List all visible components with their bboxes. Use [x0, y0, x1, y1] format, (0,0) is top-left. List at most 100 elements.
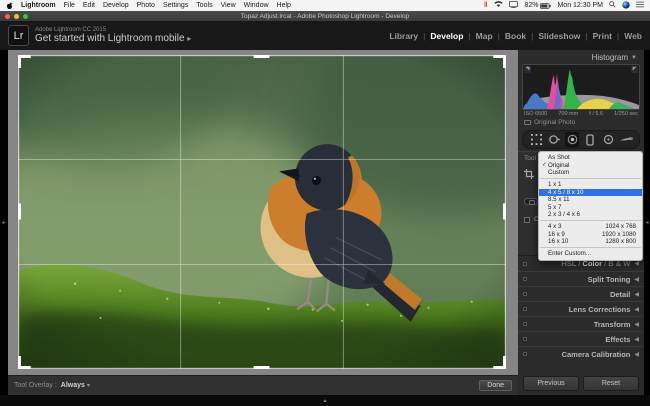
menubar-clock[interactable]: Mon 12:30 PM [557, 2, 603, 9]
aspect-option-8-5-x-11[interactable]: 8.5 x 11 [539, 196, 642, 203]
histogram-header[interactable]: Histogram ▼ [518, 50, 644, 63]
original-photo-row[interactable]: Original Photo [518, 118, 644, 128]
menubar-item-settings[interactable]: Settings [163, 2, 188, 9]
aspect-option-4-x-3[interactable]: 4 x 3 1024 x 768 [539, 223, 642, 230]
module-separator: | [616, 30, 620, 41]
histogram-panel[interactable]: ◥ ◤ [522, 64, 640, 110]
menu-divider [540, 178, 641, 180]
panel-section-split-toning[interactable]: Split Toning ◀ [518, 271, 644, 286]
right-panel-collapse-strip[interactable]: ◂ [644, 50, 650, 395]
pause-icon[interactable]: ‖ [484, 2, 488, 9]
reset-button[interactable]: Reset [583, 376, 639, 391]
photo-with-crop-overlay[interactable] [18, 55, 506, 369]
siri-icon[interactable] [622, 0, 630, 11]
app-version-label: Adobe Lightroom CC 2015 [35, 26, 107, 33]
histogram-collapse-icon[interactable]: ▼ [631, 55, 637, 61]
aspect-option-2-x-3-4-x-6[interactable]: 2 x 3 / 4 x 6 [539, 211, 642, 218]
menubar-item-file[interactable]: File [64, 2, 75, 9]
histogram-title: Histogram [591, 53, 629, 62]
module-separator: | [497, 30, 500, 41]
menubar-item-tools[interactable]: Tools [196, 2, 212, 9]
highlight-clipping-indicator-icon[interactable]: ◤ [631, 66, 638, 73]
tool-overlay-dropdown-arrow-icon[interactable]: ▾ [87, 382, 90, 389]
panel-expand-arrow-icon: ◀ [634, 306, 639, 313]
menu-divider [540, 247, 641, 249]
done-button[interactable]: Done [479, 380, 512, 391]
panel-section-effects[interactable]: Effects ◀ [518, 331, 644, 346]
module-tab-map[interactable]: Map [476, 31, 493, 41]
apple-icon[interactable] [6, 1, 13, 10]
aspect-option-detail: 1920 x 1080 [601, 230, 636, 238]
wifi-icon[interactable] [494, 1, 504, 10]
menubar-item-lightroom[interactable]: Lightroom [21, 2, 56, 9]
left-panel-collapse-strip[interactable]: ▸ [0, 50, 8, 395]
iso-value: ISO 6500 [524, 111, 548, 117]
module-separator: | [585, 30, 588, 41]
panel-section-label: Transform [593, 319, 631, 329]
crop-overlay-tool-icon[interactable] [529, 132, 543, 147]
module-tab-library[interactable]: Library [389, 31, 418, 41]
radial-filter-tool-icon[interactable] [601, 132, 615, 147]
battery-percent: 82% [524, 2, 539, 9]
menubar-item-help[interactable]: Help [277, 2, 291, 9]
panel-sections: HSL / Color / B & W ◀ Split Toning ◀ Detail ◀… [518, 255, 644, 361]
histogram-chart [523, 69, 639, 109]
panel-section-label: Lens Corrections [568, 304, 631, 314]
lightroom-app-window: Lightroom File Edit Develop Photo Settings Too… [0, 0, 650, 406]
module-separator: | [468, 30, 471, 41]
develop-canvas [8, 50, 518, 375]
filmstrip-expand-arrow-icon: ▲ [322, 397, 328, 404]
filmstrip-collapse-strip[interactable]: ▲ [0, 395, 650, 406]
module-tab-develop[interactable]: Develop [430, 31, 463, 41]
panel-section-camera-calibration[interactable]: Camera Calibration ◀ [518, 346, 644, 361]
aspect-option-original[interactable]: ✓ Original [539, 161, 642, 169]
menubar-item-view[interactable]: View [221, 2, 236, 9]
original-photo-label: Original Photo [534, 119, 576, 126]
module-tab-print[interactable]: Print [593, 31, 612, 41]
module-separator: | [531, 30, 534, 41]
menubar-item-develop[interactable]: Develop [103, 2, 129, 9]
panel-section-transform[interactable]: Transform ◀ [518, 316, 644, 331]
menubar-item-window[interactable]: Window [244, 2, 269, 9]
tool-overlay-value[interactable]: Always [61, 382, 85, 389]
module-picker: Library | Develop | Map | Book | Slideshow | Print… [389, 31, 642, 41]
battery-status[interactable]: 82% [524, 2, 552, 9]
aspect-option-4-x-5-8-x-10[interactable]: 4 x 5 / 8 x 10 [539, 188, 642, 196]
develop-toolstrip [522, 130, 640, 149]
module-tab-book[interactable]: Book [505, 31, 526, 41]
panel-section-label: Effects [605, 334, 631, 344]
aspect-option-as-shot[interactable]: As Shot [539, 154, 642, 161]
module-tab-slideshow[interactable]: Slideshow [538, 31, 580, 41]
aspect-option-enter-custom[interactable]: Enter Custom... [539, 250, 642, 257]
module-tab-web[interactable]: Web [624, 31, 642, 41]
constrain-checkbox[interactable] [524, 216, 530, 223]
spotlight-search-icon[interactable] [609, 1, 616, 10]
display-mirroring-icon[interactable] [509, 1, 519, 10]
right-panel-collapse-arrow-icon: ◂ [645, 220, 649, 226]
photo-thumbnail-icon [524, 120, 531, 125]
aspect-option-custom[interactable]: Custom [539, 169, 642, 176]
menubar-item-edit[interactable]: Edit [83, 2, 95, 9]
aspect-option-16-x-10[interactable]: 16 x 10 1280 x 800 [539, 238, 642, 245]
window-titlebar[interactable]: Topaz Adjust.lrcat - Adobe Photoshop Lig… [0, 11, 650, 21]
aspect-option-16-x-9[interactable]: 16 x 9 1920 x 1080 [539, 231, 642, 238]
panel-section-detail[interactable]: Detail ◀ [518, 286, 644, 301]
menubar-item-photo[interactable]: Photo [137, 2, 155, 9]
previous-button[interactable]: Previous [523, 376, 579, 391]
bird-photo [18, 55, 506, 369]
module-separator: | [423, 30, 426, 41]
graduated-filter-tool-icon[interactable] [583, 132, 597, 147]
panel-expand-arrow-icon: ◀ [634, 336, 639, 343]
tagline-arrow-icon: ▸ [187, 34, 192, 44]
aspect-option-1-x-1[interactable]: 1 x 1 [539, 181, 642, 188]
macos-menubar: Lightroom File Edit Develop Photo Settings Too… [0, 0, 650, 11]
lightroom-header: Lr Adobe Lightroom CC 2015 Get started w… [0, 21, 650, 50]
shadow-clipping-indicator-icon[interactable]: ◥ [524, 66, 531, 73]
panel-section-lens-corrections[interactable]: Lens Corrections ◀ [518, 301, 644, 316]
notification-center-icon[interactable] [636, 1, 644, 10]
adjustment-brush-tool-icon[interactable] [619, 132, 633, 147]
aspect-option-5-x-7[interactable]: 5 x 7 [539, 203, 642, 211]
identity-plate[interactable]: Adobe Lightroom CC 2015 Get started with… [35, 27, 191, 45]
red-eye-tool-icon[interactable] [565, 132, 579, 147]
spot-removal-tool-icon[interactable] [547, 132, 561, 147]
